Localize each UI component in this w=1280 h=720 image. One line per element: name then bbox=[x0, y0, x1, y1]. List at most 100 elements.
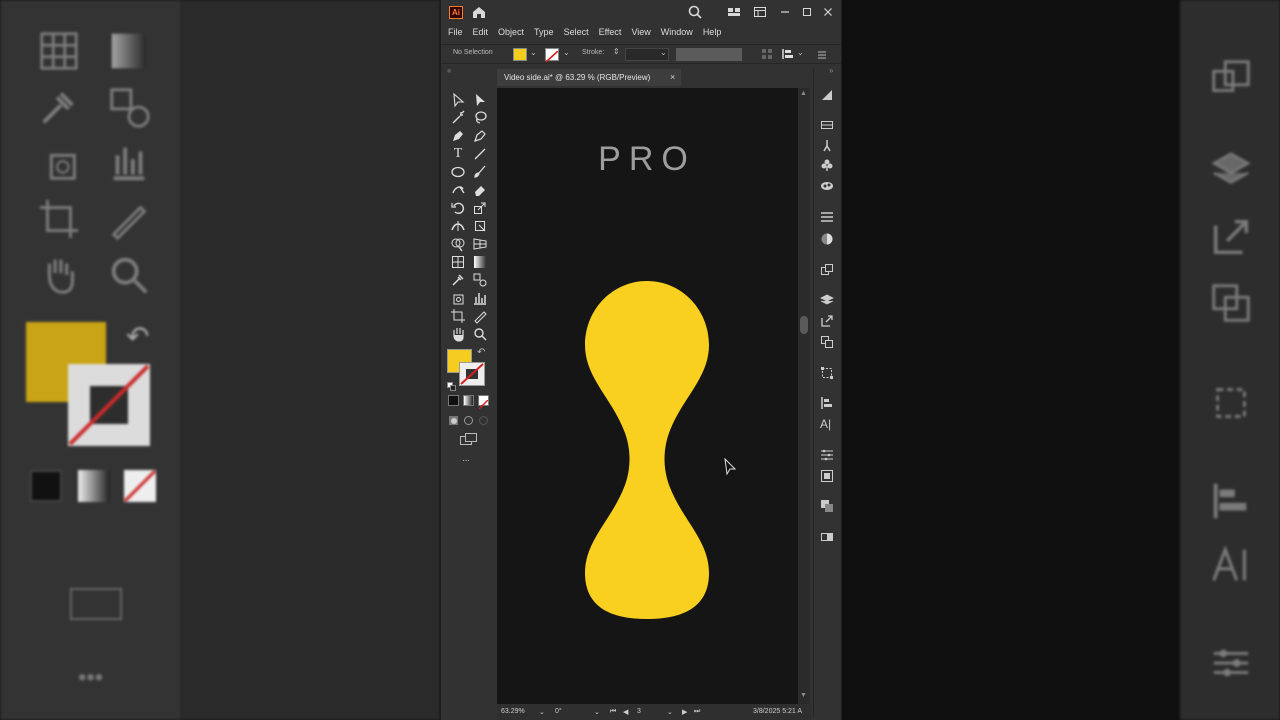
fill-swatch[interactable] bbox=[513, 48, 527, 61]
pen-tool-icon[interactable] bbox=[450, 128, 466, 144]
menu-window[interactable]: Window bbox=[656, 24, 698, 40]
zoom-chevron-down-icon[interactable]: ⌄ bbox=[539, 708, 545, 716]
yellow-blob-shape[interactable] bbox=[585, 281, 709, 619]
scroll-down-icon[interactable]: ▼ bbox=[800, 692, 807, 699]
canvas-vertical-scrollbar[interactable]: ▲ ▼ bbox=[798, 88, 810, 704]
arrange-documents-icon[interactable] bbox=[781, 47, 795, 61]
menu-select[interactable]: Select bbox=[559, 24, 594, 40]
menu-edit[interactable]: Edit bbox=[468, 24, 494, 40]
menu-effect[interactable]: Effect bbox=[594, 24, 627, 40]
collapse-toolbar-icon[interactable]: « bbox=[447, 66, 451, 75]
menu-type[interactable]: Type bbox=[529, 24, 559, 40]
home-icon[interactable] bbox=[471, 4, 487, 20]
gradient-mode-icon[interactable] bbox=[463, 395, 474, 406]
rotate-tool-icon[interactable] bbox=[450, 200, 466, 216]
symbol-sprayer-tool-icon[interactable] bbox=[450, 290, 466, 306]
navigator-panel-icon[interactable] bbox=[820, 469, 834, 483]
stroke-swatch[interactable] bbox=[545, 48, 559, 63]
zoom-level[interactable]: 63.29% bbox=[501, 708, 525, 715]
document-tab[interactable]: Video side.ai* @ 63.29 % (RGB/Preview) bbox=[497, 69, 681, 86]
column-graph-tool-icon[interactable] bbox=[472, 290, 488, 306]
libraries-panel-icon[interactable] bbox=[820, 263, 834, 277]
none-mode-icon[interactable] bbox=[478, 395, 489, 410]
first-artboard-icon[interactable]: ⏮ bbox=[610, 708, 616, 716]
scroll-up-icon[interactable]: ▲ bbox=[800, 90, 807, 97]
default-fill-stroke-icon[interactable] bbox=[447, 378, 456, 391]
shape-builder-tool-icon[interactable] bbox=[450, 236, 466, 252]
document-tab-close-icon[interactable]: × bbox=[670, 69, 680, 86]
align-panel-icon[interactable] bbox=[820, 396, 834, 410]
edit-toolbar-more-icon[interactable]: ··· bbox=[462, 455, 470, 466]
blend-tool-icon[interactable] bbox=[472, 272, 488, 288]
minimize-icon[interactable] bbox=[777, 4, 793, 20]
eraser-tool-icon[interactable] bbox=[472, 182, 488, 198]
search-icon[interactable] bbox=[687, 4, 703, 20]
draw-inside-icon[interactable] bbox=[478, 413, 489, 425]
shaper-tool-icon[interactable] bbox=[450, 182, 466, 198]
layers-panel-icon[interactable] bbox=[820, 293, 834, 307]
align-grid-icon[interactable] bbox=[761, 47, 773, 61]
properties-panel-icon[interactable] bbox=[820, 118, 834, 132]
symbols-panel-icon[interactable] bbox=[820, 158, 834, 172]
slice-tool-icon[interactable] bbox=[472, 308, 488, 324]
free-transform-tool-icon[interactable] bbox=[472, 218, 488, 234]
pathfinder-panel-icon[interactable] bbox=[820, 499, 834, 513]
artboard-chevron-down-icon[interactable]: ⌄ bbox=[667, 708, 673, 716]
zoom-tool-icon[interactable] bbox=[472, 326, 488, 342]
mesh-tool-icon[interactable] bbox=[450, 254, 466, 270]
paintbrush-tool-icon[interactable] bbox=[472, 164, 488, 180]
menu-help[interactable]: Help bbox=[698, 24, 727, 40]
selection-tool-icon[interactable] bbox=[450, 92, 466, 108]
draw-normal-icon[interactable] bbox=[448, 413, 459, 425]
magic-wand-tool-icon[interactable] bbox=[450, 110, 466, 126]
stroke-weight-stepper-icon[interactable]: ⇕ bbox=[613, 47, 620, 56]
menu-view[interactable]: View bbox=[626, 24, 655, 40]
type-tool-icon[interactable]: T bbox=[450, 146, 466, 162]
fill-dropdown-chevron-icon[interactable]: ⌄ bbox=[530, 48, 537, 57]
graphic-styles-panel-icon[interactable] bbox=[820, 179, 834, 193]
menu-object[interactable]: Object bbox=[493, 24, 529, 40]
variable-width-profile[interactable] bbox=[676, 48, 742, 61]
stroke-weight-chevron-icon[interactable]: ⌄ bbox=[660, 48, 667, 57]
artboard-canvas[interactable]: PRO bbox=[497, 88, 799, 704]
artboard-tool-icon[interactable] bbox=[450, 308, 466, 324]
eyedropper-tool-icon[interactable] bbox=[450, 272, 466, 288]
collapse-dock-icon[interactable]: » bbox=[829, 66, 833, 75]
previous-artboard-icon[interactable]: ◀ bbox=[623, 708, 628, 716]
paragraph-panel-icon[interactable] bbox=[820, 448, 834, 462]
character-panel-icon[interactable]: A| bbox=[820, 417, 834, 431]
hand-tool-icon[interactable] bbox=[450, 326, 466, 342]
stroke-dropdown-chevron-icon[interactable]: ⌄ bbox=[563, 48, 570, 57]
curvature-tool-icon[interactable] bbox=[472, 128, 488, 144]
arrange-icon[interactable] bbox=[726, 4, 742, 20]
color-mode-icon[interactable] bbox=[448, 395, 459, 406]
transparency-panel-icon[interactable] bbox=[820, 232, 834, 246]
artboards-panel-icon[interactable] bbox=[820, 335, 834, 349]
stroke-color-swatch[interactable] bbox=[459, 362, 485, 386]
width-tool-icon[interactable] bbox=[450, 218, 466, 234]
gradient-tool-icon[interactable] bbox=[472, 254, 488, 270]
next-artboard-icon[interactable]: ▶ bbox=[682, 708, 687, 716]
stroke-panel-icon[interactable] bbox=[820, 210, 834, 224]
transform-panel-icon[interactable] bbox=[820, 366, 834, 380]
perspective-grid-tool-icon[interactable] bbox=[472, 236, 488, 252]
last-artboard-icon[interactable]: ⏭ bbox=[694, 708, 700, 716]
asset-export-panel-icon[interactable] bbox=[820, 314, 834, 328]
maximize-icon[interactable] bbox=[799, 4, 815, 20]
scale-tool-icon[interactable] bbox=[472, 200, 488, 216]
artboard-number[interactable]: 3 bbox=[637, 708, 641, 715]
swap-fill-stroke-icon[interactable]: ↶ bbox=[477, 347, 485, 358]
lasso-tool-icon[interactable] bbox=[472, 110, 488, 126]
rotation-chevron-down-icon[interactable]: ⌄ bbox=[594, 708, 600, 716]
gradient-panel-icon[interactable] bbox=[820, 88, 834, 102]
ellipse-tool-icon[interactable] bbox=[450, 164, 466, 180]
control-menu-icon[interactable] bbox=[816, 48, 828, 60]
menu-file[interactable]: File bbox=[441, 24, 468, 40]
arrange-chevron-icon[interactable]: ⌄ bbox=[797, 48, 804, 57]
panel-icon[interactable] bbox=[752, 4, 768, 20]
line-segment-tool-icon[interactable] bbox=[472, 146, 488, 162]
screen-mode-icon[interactable] bbox=[460, 432, 478, 445]
direct-selection-tool-icon[interactable] bbox=[472, 92, 488, 108]
scrollbar-thumb[interactable] bbox=[800, 316, 808, 334]
draw-behind-icon[interactable] bbox=[463, 413, 474, 425]
